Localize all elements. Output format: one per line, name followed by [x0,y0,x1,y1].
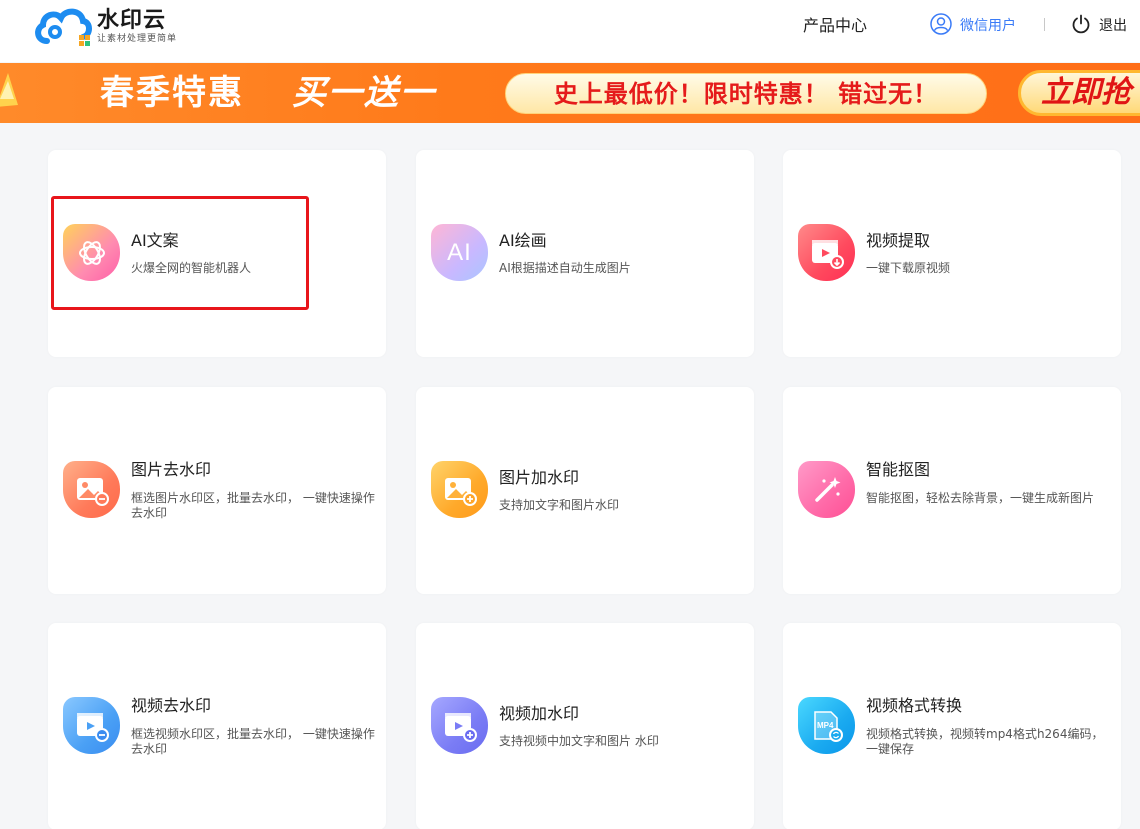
card-description: 一键下载原视频 [866,261,951,275]
video-download-icon [798,224,855,281]
tool-card-smart-cutout[interactable]: 智能抠图 智能抠图，轻松去除背景，一键生成新图片 [783,387,1121,594]
logo[interactable]: 水印云 让素材处理更简单 [33,5,177,47]
tool-card-video-add-watermark[interactable]: 视频加水印 支持视频中加文字和图片 水印 [416,623,754,829]
card-description: 智能抠图，轻松去除背景，一键生成新图片 [866,491,1095,505]
power-icon [1071,14,1091,38]
card-description: 框选图片水印区，批量去水印， 一键快速操作去水印 [131,491,375,520]
magic-wand-icon [798,461,855,518]
card-description: 视频格式转换，视频转mp4格式h264编码，一键保存 [866,727,1104,756]
mp4-icon: MP4 [798,697,855,754]
selection-highlight [51,196,309,310]
nav-product-center[interactable]: 产品中心 [803,15,867,37]
video-add-icon [431,697,488,754]
card-description: AI根据描述自动生成图片 [499,261,631,275]
banner-cta-button[interactable]: 立即抢 [1018,70,1140,116]
user-menu[interactable]: 微信用户 [930,13,1016,39]
mp4-label: MP4 [817,721,834,730]
tool-card-ai-painting[interactable]: AI AI绘画 AI根据描述自动生成图片 [416,150,754,357]
card-title: 视频去水印 [131,696,212,715]
card-description: 支持加文字和图片水印 [499,498,620,512]
cloud-logo-icon [33,5,93,47]
tool-card-video-extract[interactable]: 视频提取 一键下载原视频 [783,150,1121,357]
banner-title: 春季特惠 [100,73,244,113]
video-remove-icon [63,697,120,754]
tool-card-image-remove-watermark[interactable]: 图片去水印 框选图片水印区，批量去水印， 一键快速操作去水印 [48,387,386,594]
card-description: 框选视频水印区，批量去水印， 一键快速操作去水印 [131,727,375,756]
logout-label: 退出 [1099,18,1127,34]
tool-card-video-format-convert[interactable]: MP4 视频格式转换 视频格式转换，视频转mp4格式h264编码，一键保存 [783,623,1121,829]
image-add-icon [431,461,488,518]
promo-banner[interactable]: 春季特惠 买一送一 史上最低价！限时特惠！ 错过无！ 立即抢 [0,63,1140,123]
card-description: 支持视频中加文字和图片 水印 [499,734,659,748]
banner-slogan-text: 史上最低价！限时特惠！ 错过无！ [553,80,939,108]
logout-button[interactable]: 退出 [1071,14,1127,38]
card-title: 图片加水印 [499,468,580,487]
ai-icon-label: AI [447,238,472,266]
tool-card-video-remove-watermark[interactable]: 视频去水印 框选视频水印区，批量去水印， 一键快速操作去水印 [48,623,386,829]
divider [1044,18,1045,31]
card-title: 图片去水印 [131,460,212,479]
banner-slogan: 史上最低价！限时特惠！ 错过无！ [505,73,987,114]
tool-card-image-add-watermark[interactable]: 图片加水印 支持加文字和图片水印 [416,387,754,594]
card-title: 视频提取 [866,231,931,250]
card-title: AI绘画 [499,231,547,250]
user-name: 微信用户 [960,18,1016,34]
user-icon [930,13,952,39]
top-header: 水印云 让素材处理更简单 产品中心 微信用户 退出 [0,0,1140,62]
ai-text-icon: AI [431,224,488,281]
confetti-icon [0,67,20,115]
card-title: 智能抠图 [866,460,931,479]
logo-title: 水印云 [97,8,167,33]
banner-offer: 买一送一 [292,73,436,113]
card-title: 视频加水印 [499,704,580,723]
card-title: 视频格式转换 [866,696,963,715]
image-remove-icon [63,461,120,518]
banner-cta-label: 立即抢 [1041,75,1131,110]
logo-subtitle: 让素材处理更简单 [97,34,178,44]
